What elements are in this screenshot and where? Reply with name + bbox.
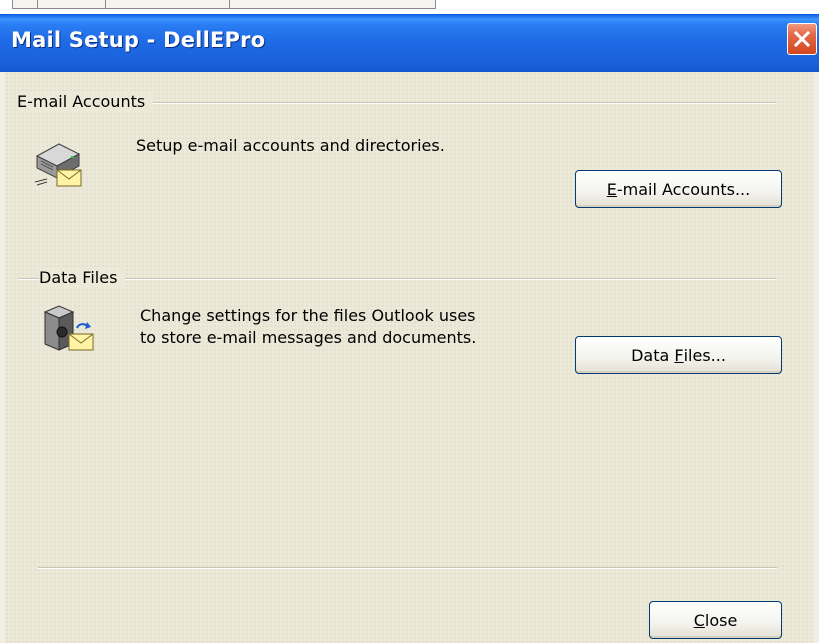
close-button-mnemonic: C [693,610,705,630]
toolbar-separator [105,0,106,8]
footer-separator [38,567,777,569]
data-files-button-mnemonic: F [674,345,684,365]
email-accounts-button[interactable]: E -mail Accounts... [575,170,782,208]
mail-setup-dialog: Mail Setup - DellEPro E-mail Accounts Se… [0,14,819,643]
dialog-client-area: E-mail Accounts Setup e-mail accounts an… [5,72,814,643]
window-title: Mail Setup - DellEPro [11,28,266,52]
email-accounts-button-mnemonic: E [606,179,617,199]
toolbar-separator [229,0,230,8]
close-button-label: lose [704,610,738,630]
toolbar-separator [37,0,38,8]
title-bar[interactable]: Mail Setup - DellEPro [0,14,819,72]
background-strip [0,0,819,14]
data-files-description-line2: to store e-mail messages and documents. [140,328,477,347]
data-files-button-prefix: Data [631,345,675,365]
data-files-group-line [18,278,777,280]
partial-toolbar-fragment [12,0,436,9]
email-accounts-button-label: -mail Accounts... [616,179,751,199]
email-accounts-description: Setup e-mail accounts and directories. [136,136,445,155]
data-files-group-label: Data Files [39,268,126,287]
data-files-button[interactable]: Data Files... [575,336,782,374]
close-window-button[interactable] [787,23,817,55]
data-files-description-line1: Change settings for the files Outlook us… [140,306,476,325]
close-x-icon [793,30,811,48]
close-button[interactable]: Close [649,601,782,639]
data-files-button-label: iles... [683,345,726,365]
email-accounts-group-label: E-mail Accounts [17,92,154,111]
data-file-envelope-icon [43,304,97,362]
mail-server-envelope-icon [33,134,83,194]
